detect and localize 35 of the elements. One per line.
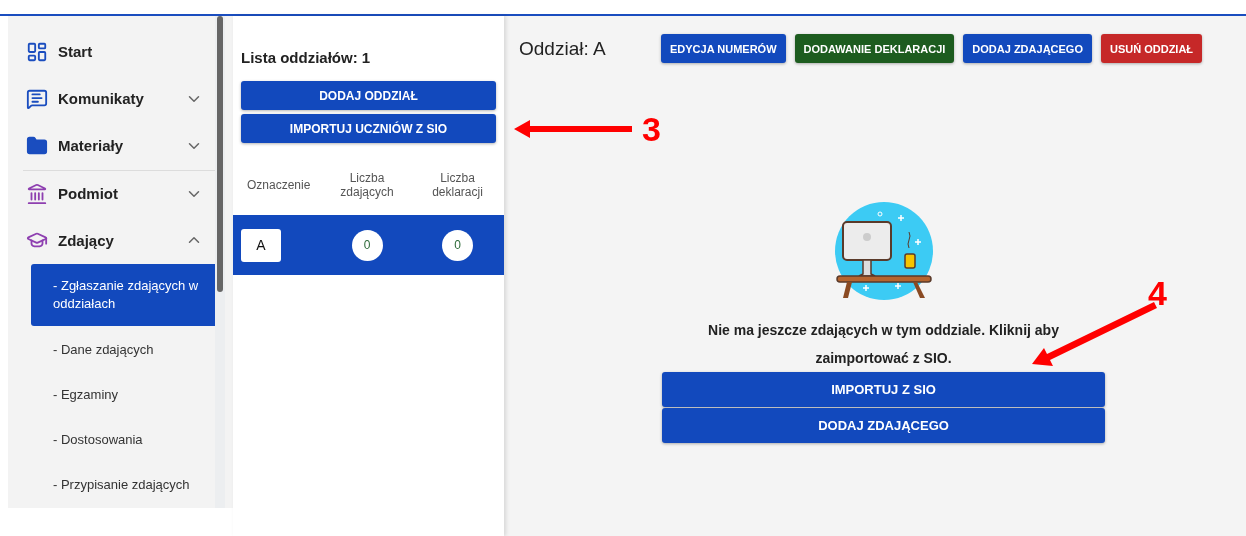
sidebar-item[interactable]: Start — [8, 28, 215, 76]
sidebar-subitem[interactable]: - Dane zdających — [31, 328, 215, 373]
sidebar-subitem[interactable]: - Przypisanie zdających — [31, 463, 215, 508]
column-header: Oznaczenie — [246, 178, 312, 192]
list-button[interactable]: DODAJ ODDZIAŁ — [241, 81, 496, 110]
sidebar-subitem[interactable]: - Egzaminy — [31, 373, 215, 418]
action-button[interactable]: USUŃ ODDZIAŁ — [1100, 34, 1203, 63]
column-header: Liczba zdających — [339, 171, 395, 199]
sidebar-item-label: Start — [58, 43, 94, 61]
branch-label: A — [241, 228, 281, 262]
sidebar-item-label: Materiały — [58, 137, 125, 155]
sidebar-item-label: Podmiot — [58, 185, 119, 203]
sidebar-item-label: Komunikaty — [58, 90, 145, 108]
sidebar-item[interactable]: Zdający — [8, 216, 215, 264]
empty-message: Nie ma jeszcze zdających w tym oddziale. Kliknij aby zaimportować z SIO. — [707, 321, 1060, 368]
sidebar-subitem[interactable]: - Zgłaszanie zdających w oddziałach — [31, 264, 215, 326]
annotation-number: 4 — [1148, 274, 1167, 313]
student-count: 0 — [351, 229, 383, 261]
sidebar-item[interactable]: Komunikaty — [8, 75, 215, 123]
declaration-count: 0 — [442, 229, 473, 261]
branch-title: Oddział: A — [519, 37, 607, 60]
empty-action-button[interactable]: IMPORTUJ Z SIO — [662, 372, 1105, 407]
sidebar-item[interactable]: Materiały — [8, 122, 215, 170]
list-button[interactable]: IMPORTUJ UCZNIÓW Z SIO — [241, 114, 496, 143]
annotation-number: 3 — [642, 110, 661, 149]
scrollbar-thumb[interactable] — [217, 16, 223, 292]
action-button[interactable]: DODAJ ZDAJĄCEGO — [963, 34, 1092, 63]
action-button[interactable]: EDYCJA NUMERÓW — [661, 34, 786, 63]
sidebar-subitem[interactable]: - Dostosowania — [31, 418, 215, 463]
branch-row[interactable]: A 0 0 — [233, 215, 504, 275]
sidebar-item-label: Zdający — [58, 231, 115, 249]
action-button[interactable]: DODAWANIE DEKLARACJI — [794, 34, 955, 63]
empty-action-button[interactable]: DODAJ ZDAJĄCEGO — [662, 408, 1105, 443]
column-header: Liczba deklaracji — [431, 171, 484, 199]
list-title: Lista oddziałów: 1 — [240, 49, 372, 66]
